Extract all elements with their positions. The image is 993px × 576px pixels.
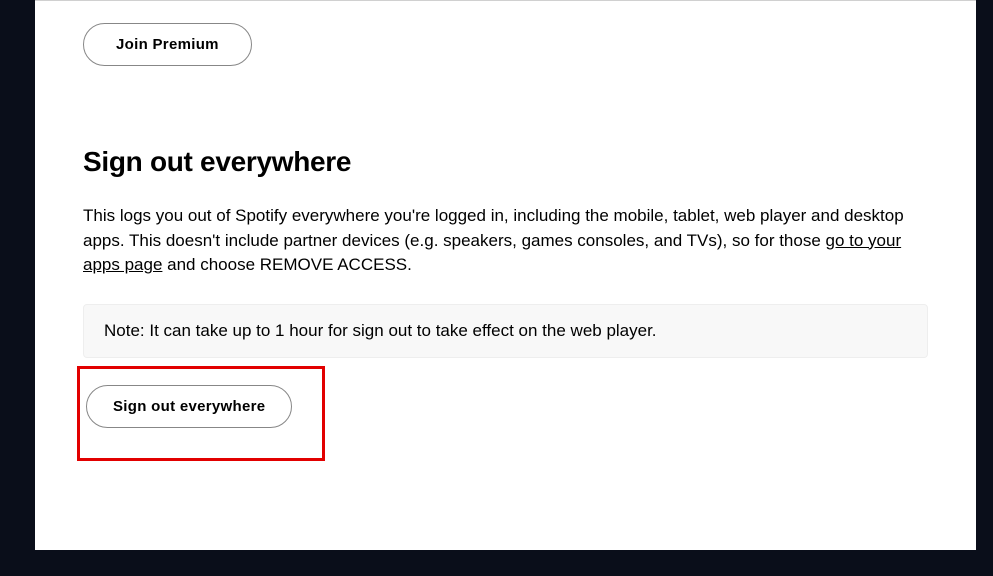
signout-note: Note: It can take up to 1 hour for sign … [83, 304, 928, 358]
signout-everywhere-button[interactable]: Sign out everywhere [86, 385, 292, 428]
signout-description-text-1: This logs you out of Spotify everywhere … [83, 206, 904, 250]
signout-description-text-2: and choose REMOVE ACCESS. [162, 255, 411, 274]
signout-heading: Sign out everywhere [83, 146, 928, 178]
signout-description: This logs you out of Spotify everywhere … [83, 204, 923, 278]
highlight-annotation: Sign out everywhere [77, 366, 325, 461]
join-premium-button[interactable]: Join Premium [83, 23, 252, 66]
account-settings-panel: Join Premium Sign out everywhere This lo… [35, 0, 976, 550]
